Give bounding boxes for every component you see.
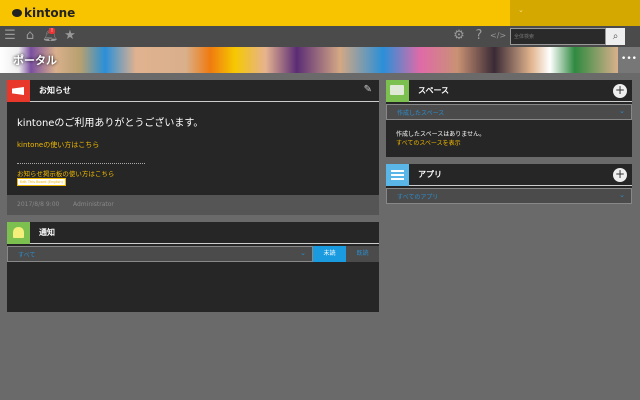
code-icon[interactable]: </> [490,28,506,44]
kintone-logo[interactable]: kintone [12,6,75,20]
chevron-down-icon: ⌄ [619,191,625,199]
search-input[interactable] [510,28,606,45]
search-icon: ⌕ [612,31,619,42]
logo-text: kintone [24,6,76,20]
space-header: スペース + [386,80,632,102]
notifications-panel: 通知 すべて ⌄ 未読 既読 [7,222,379,312]
notification-badge: ! [49,28,55,34]
notice-title: お知らせ [39,86,71,95]
more-options-button[interactable]: ••• [618,47,640,73]
apps-header: アプリ + [386,164,632,186]
chat-icon [386,80,409,102]
divider [17,163,145,164]
tab-unread[interactable]: 未読 [313,246,346,262]
logo-icon [12,9,22,17]
apps-panel: アプリ + すべてのアプリ ⌄ [386,164,632,204]
notice-date: 2017/8/8 9:00 [17,201,60,208]
notice-header: お知らせ ✎ [7,80,379,102]
chevron-down-icon: ⌄ [619,107,625,115]
home-icon[interactable]: ⌂ [22,28,38,44]
chevron-down-icon: ⌄ [300,249,306,257]
help-icon[interactable]: ? [471,28,487,44]
chevron-down-icon: ⌄ [518,6,524,14]
space-title: スペース [418,86,450,95]
notifications-title: 通知 [39,228,55,237]
notice-panel: お知らせ ✎ kintoneのご利用ありがとうございます。 kintoneの使い… [7,80,379,215]
space-empty-message: 作成したスペースはありません。 [396,131,486,138]
edit-board-button[interactable]: Edit This Board (English) [17,178,66,186]
portal-banner [0,47,618,73]
notice-heading: kintoneのご利用ありがとうございます。 [17,118,204,129]
gear-icon[interactable]: ⚙ [451,28,467,44]
notifications-header: 通知 [7,222,379,244]
notifications-filter-select[interactable]: すべて ⌄ [7,246,313,262]
edit-icon[interactable]: ✎ [364,84,372,95]
filter-value: すべてのアプリ [397,194,439,201]
add-space-button[interactable]: + [613,84,627,98]
space-filter-select[interactable]: 作成したスペース ⌄ [386,104,632,120]
filter-value: すべて [18,252,36,259]
bell-icon [7,222,30,244]
space-panel: スペース + 作成したスペース ⌄ 作成したスペースはありません。 すべてのスペー… [386,80,632,157]
filter-value: 作成したスペース [397,110,445,117]
notice-footer: 2017/8/8 9:00 Administrator [7,195,379,215]
tab-read[interactable]: 既読 [346,246,379,262]
notice-author: Administrator [73,201,114,208]
apps-title: アプリ [418,170,442,179]
apps-filter-select[interactable]: すべてのアプリ ⌄ [386,188,632,204]
megaphone-icon [7,80,30,102]
search-button[interactable]: ⌕ [606,28,625,45]
list-icon [386,164,409,186]
page-title: ポータル [13,54,57,67]
header-user-menu[interactable]: ⌄ [510,0,640,26]
menu-icon[interactable]: ☰ [2,28,18,44]
board-howto-link[interactable]: お知らせ掲示板の使い方はこちら [17,168,114,178]
add-app-button[interactable]: + [613,168,627,182]
star-icon[interactable]: ★ [62,28,78,44]
show-all-spaces-link[interactable]: すべてのスペースを表示 [396,138,461,147]
howto-link[interactable]: kintoneの使い方はこちら [17,140,99,150]
